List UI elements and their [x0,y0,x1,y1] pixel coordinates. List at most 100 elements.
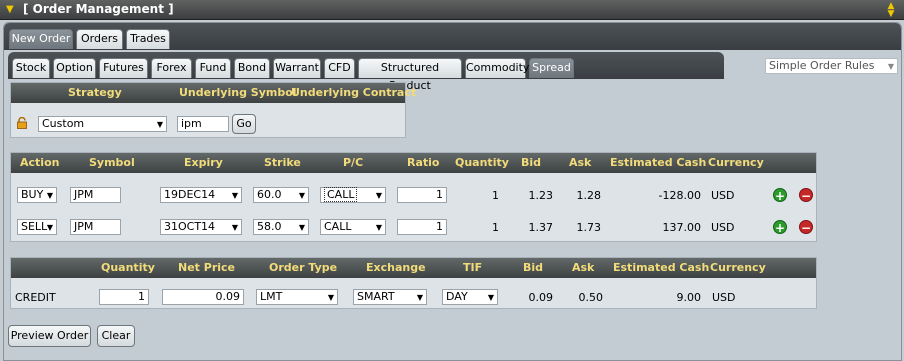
leg-bid: 1.37 [528,221,554,234]
clear-button[interactable]: Clear [97,325,135,347]
tab-bond[interactable]: Bond [234,58,270,78]
leg-expiry-select[interactable]: 19DEC14 ▼ [160,187,242,203]
chevron-down-icon: ▼ [298,223,305,232]
chevron-down-icon: ▼ [887,62,894,71]
order-quantity-input[interactable]: 1 [99,289,149,305]
legs-header-symbol: Symbol [89,156,135,169]
order-type-select[interactable]: LMT ▼ [256,289,338,305]
remove-leg-icon[interactable]: − [799,220,813,235]
order-header-order-type: Order Type [269,261,338,274]
chevron-down-icon: ▼ [231,191,238,200]
tab-option[interactable]: Option [53,58,96,78]
tab-cfd[interactable]: CFD [324,58,355,78]
add-leg-icon[interactable]: + [773,220,787,235]
legs-header: Action Symbol Expiry Strike P/C Ratio Qu… [11,153,816,173]
chevron-down-icon: ▼ [231,223,238,232]
tab-forex[interactable]: Forex [151,58,192,78]
leg-ask: 1.28 [576,189,602,202]
tab-futures[interactable]: Futures [99,58,148,78]
exchange-select[interactable]: SMART ▼ [353,289,427,305]
leg-symbol-input[interactable]: JPM [70,219,121,235]
tif-select[interactable]: DAY ▼ [442,289,498,305]
chevron-down-icon: ▼ [375,191,382,200]
leg-pc-select[interactable]: CALL ▼ [320,187,386,203]
leg-ask: 1.73 [576,221,602,234]
add-leg-icon[interactable]: + [773,188,787,203]
exchange-value: SMART [357,290,395,303]
order-header-bid: Bid [523,261,544,274]
order-management-panel: New Order Orders Trades Stock Option Fut… [3,22,902,361]
leg-strike-value: 58.0 [257,220,282,233]
legs-header-ask: Ask [569,156,592,169]
order-rules-dropdown[interactable]: Simple Order Rules ▼ [765,58,898,74]
legs-header-strike: Strike [264,156,301,169]
leg-expiry-select[interactable]: 31OCT14 ▼ [160,219,242,235]
leg-strike-select[interactable]: 60.0 ▼ [253,187,309,203]
tab-warrant[interactable]: Warrant [273,58,321,78]
scroll-down-icon[interactable]: ▼ [884,10,898,19]
net-price-input[interactable]: 0.09 [162,289,244,305]
order-header-tif: TIF [463,261,483,274]
tab-orders[interactable]: Orders [76,29,123,49]
lock-icon [17,116,27,129]
underlying-symbol-input[interactable]: ipm [177,116,229,132]
leg-pc-select[interactable]: CALL ▼ [320,219,386,235]
leg-estimated-cash: -128.00 [658,189,701,202]
chevron-down-icon: ▼ [298,191,305,200]
strategy-header: Strategy Underlying Symbol Underlying Co… [11,83,416,103]
title-bar: ▼ [ Order Management ] ▲ ▼ [0,0,904,20]
order-estimated-cash: 9.00 [676,291,702,304]
top-tab-bar: New Order Orders Trades [4,23,901,50]
order-header-net-price: Net Price [178,261,235,274]
leg-action-value: SELL [21,220,48,233]
tab-spread[interactable]: Spread [529,58,574,78]
order-currency: USD [712,291,736,304]
window-title: [ Order Management ] [23,2,174,16]
legs-panel: Action Symbol Expiry Strike P/C Ratio Qu… [10,152,817,242]
strategy-select[interactable]: Custom ▼ [38,116,167,132]
remove-leg-icon[interactable]: − [799,188,813,203]
order-panel: Quantity Net Price Order Type Exchange T… [10,257,817,309]
leg-action-select[interactable]: BUY ▼ [17,187,57,203]
collapse-arrow-icon[interactable]: ▼ [6,5,14,15]
legs-header-currency: Currency [708,156,764,169]
leg-action-select[interactable]: SELL ▼ [17,219,57,235]
go-button[interactable]: Go [232,114,256,134]
tab-stock[interactable]: Stock [12,58,50,78]
leg-symbol-input[interactable]: JPM [70,187,121,203]
legs-header-expiry: Expiry [184,156,223,169]
strategy-header-underlying-symbol: Underlying Symbol [179,86,297,99]
tif-value: DAY [446,290,468,303]
legs-header-estimated-cash: Estimated Cash [610,156,707,169]
strategy-value: Custom [42,117,85,130]
strategy-panel: Strategy Underlying Symbol Underlying Co… [10,82,416,138]
tab-new-order[interactable]: New Order [9,29,73,49]
leg-action-value: BUY [21,188,44,201]
leg-estimated-cash: 137.00 [662,221,702,234]
leg-expiry-value: 19DEC14 [164,188,216,201]
legs-header-quantity: Quantity [455,156,509,169]
strategy-header-strategy: Strategy [68,86,122,99]
leg-ratio-input[interactable]: 1 [397,219,447,235]
order-header-exchange: Exchange [366,261,426,274]
tab-fund[interactable]: Fund [195,58,231,78]
order-header: Quantity Net Price Order Type Exchange T… [11,258,816,278]
legs-header-bid: Bid [521,156,542,169]
chevron-down-icon: ▼ [487,293,494,302]
tab-trades[interactable]: Trades [126,29,170,49]
chevron-down-icon: ▼ [46,191,53,200]
instrument-tab-bar: Stock Option Futures Forex Fund Bond War… [8,52,724,92]
leg-currency: USD [711,189,735,202]
leg-strike-value: 60.0 [257,188,282,201]
leg-pc-value: CALL [324,187,358,202]
strategy-header-underlying-contract: Underlying Contract [291,86,417,99]
leg-pc-value: CALL [324,220,352,233]
tab-commodity[interactable]: Commodity [465,58,529,78]
order-type-value: LMT [260,290,283,303]
chevron-down-icon: ▼ [46,223,53,232]
preview-order-button[interactable]: Preview Order [8,325,91,347]
leg-ratio-input[interactable]: 1 [397,187,447,203]
tab-structured-product[interactable]: Structured Product [358,58,462,92]
leg-expiry-value: 31OCT14 [164,220,216,233]
leg-strike-select[interactable]: 58.0 ▼ [253,219,309,235]
